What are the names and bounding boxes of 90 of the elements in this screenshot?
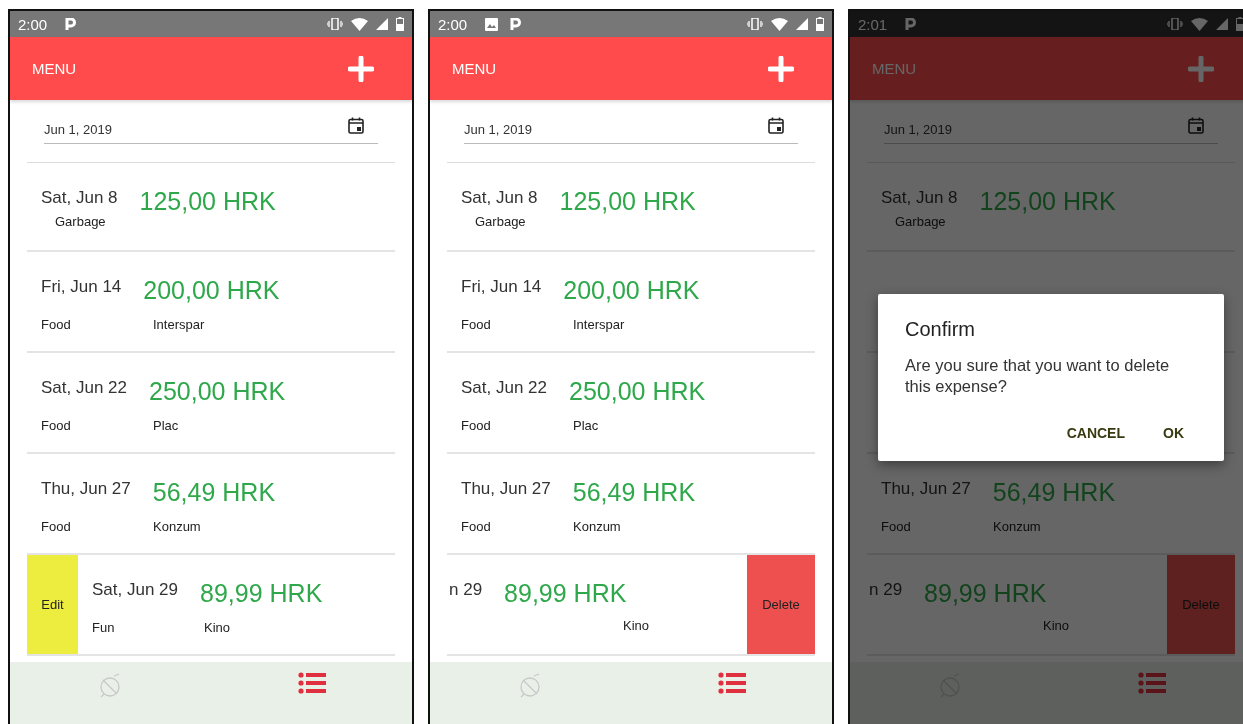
expense-place: Plac (153, 418, 179, 433)
expense-place: Kino (623, 618, 650, 633)
expense-date: Fri, Jun 14 (461, 276, 542, 297)
expense-date: Sat, Jun 22 (461, 377, 547, 398)
expense-category: Fun (92, 620, 115, 635)
expense-category: Food (461, 418, 491, 433)
expense-amount: 250,00 HRK (149, 377, 286, 406)
expense-date: Thu, Jun 27 (881, 478, 971, 499)
expense-category: Food (41, 519, 71, 534)
dialog-title: Confirm (905, 318, 976, 341)
expense-date: Sat, Jun 8 (461, 187, 538, 208)
wifi-icon (771, 17, 788, 31)
expense-row[interactable]: n 29 89,99 HRK Kino Delete (447, 555, 815, 656)
expense-date: Sat, Jun 29 (92, 579, 178, 600)
expense-place: Plac (573, 418, 599, 433)
date-field[interactable]: Jun 1, 2019 (464, 120, 798, 144)
expense-amount: 56,49 HRK (152, 478, 276, 507)
list-icon[interactable] (1137, 672, 1166, 694)
wifi-icon (1191, 17, 1208, 31)
expense-row[interactable]: Sat, Jun 22 250,00 HRK Food Plac (447, 353, 815, 454)
calendar-icon[interactable] (768, 117, 784, 134)
edit-button[interactable]: Edit (27, 555, 78, 654)
expense-row[interactable]: Fri, Jun 14 200,00 HRK Food Interspar (27, 252, 395, 353)
expense-date: Fri, Jun 14 (41, 276, 122, 297)
delete-button[interactable]: Delete (747, 555, 815, 654)
battery-icon (1236, 17, 1243, 31)
expense-place: Kino (204, 620, 231, 635)
expense-amount: 125,00 HRK (139, 187, 276, 216)
signal-icon (376, 18, 388, 30)
battery-icon (816, 17, 824, 31)
wifi-icon (351, 17, 368, 31)
expense-place: Konzum (573, 519, 621, 534)
date-field[interactable]: Jun 1, 2019 (44, 120, 378, 144)
expense-category: Garbage (894, 214, 946, 229)
expense-category: Food (41, 317, 71, 332)
expense-place: Kino (1043, 618, 1070, 633)
expense-row[interactable]: Sat, Jun 8 125,00 HRK Garbage (447, 163, 815, 252)
expense-category: Garbage (54, 214, 106, 229)
signal-icon (1216, 18, 1228, 30)
dialog-button[interactable]: OK (1159, 419, 1188, 447)
expense-date: Thu, Jun 27 (41, 478, 131, 499)
expense-row[interactable]: Edit Sat, Jun 29 89,99 HRK Fun Kino (27, 555, 395, 656)
status-time: 2:00 (438, 15, 468, 33)
vibrate-icon (747, 18, 763, 30)
expense-date: n 29 (869, 579, 903, 600)
expense-category: Food (461, 317, 491, 332)
expense-place: Interspar (573, 317, 625, 332)
expense-date: Sat, Jun 8 (41, 187, 118, 208)
status-time: 2:01 (858, 15, 888, 33)
expense-row[interactable]: Sat, Jun 8 125,00 HRK Garbage (27, 163, 395, 252)
expense-amount: 250,00 HRK (569, 377, 706, 406)
dialog-message: Are you sure that you want to delete this expense? (905, 355, 1171, 397)
expense-place: Konzum (153, 519, 201, 534)
expense-date: Thu, Jun 27 (461, 478, 551, 499)
expense-place: Konzum (993, 519, 1041, 534)
parking-icon (65, 17, 77, 31)
vibrate-icon (1167, 18, 1183, 30)
image-icon (485, 17, 499, 31)
expense-date: Sat, Jun 22 (41, 377, 127, 398)
battery-icon (396, 17, 404, 31)
expense-category: Food (41, 418, 71, 433)
expense-category: Food (461, 519, 491, 534)
expense-date: n 29 (449, 579, 483, 600)
expense-amount: 125,00 HRK (559, 187, 696, 216)
parking-icon (510, 17, 522, 31)
list-icon[interactable] (717, 672, 746, 694)
status-time: 2:00 (18, 15, 48, 33)
add-icon[interactable] (768, 55, 794, 82)
expense-amount: 125,00 HRK (979, 187, 1116, 216)
parking-icon (905, 17, 917, 31)
calendar-icon[interactable] (348, 117, 364, 134)
expense-date: Sat, Jun 8 (881, 187, 958, 208)
expense-amount: 89,99 HRK (200, 579, 323, 608)
expense-place: Interspar (153, 317, 205, 332)
signal-icon (796, 18, 808, 30)
add-icon[interactable] (348, 55, 374, 82)
expense-amount: 56,49 HRK (572, 478, 696, 507)
expense-category: Garbage (474, 214, 526, 229)
expense-row[interactable]: Sat, Jun 22 250,00 HRK Food Plac (27, 353, 395, 454)
dialog-button[interactable]: CANCEL (1062, 419, 1129, 447)
expense-amount: 56,49 HRK (992, 478, 1116, 507)
vibrate-icon (327, 18, 343, 30)
add-icon[interactable] (1188, 55, 1214, 82)
list-icon[interactable] (297, 672, 326, 694)
expense-amount: 200,00 HRK (563, 276, 700, 305)
expense-category: Food (881, 519, 911, 534)
expense-amount: 89,99 HRK (924, 579, 1047, 608)
expense-row[interactable]: Fri, Jun 14 200,00 HRK Food Interspar (447, 252, 815, 353)
expense-amount: 89,99 HRK (504, 579, 627, 608)
expense-amount: 200,00 HRK (143, 276, 280, 305)
